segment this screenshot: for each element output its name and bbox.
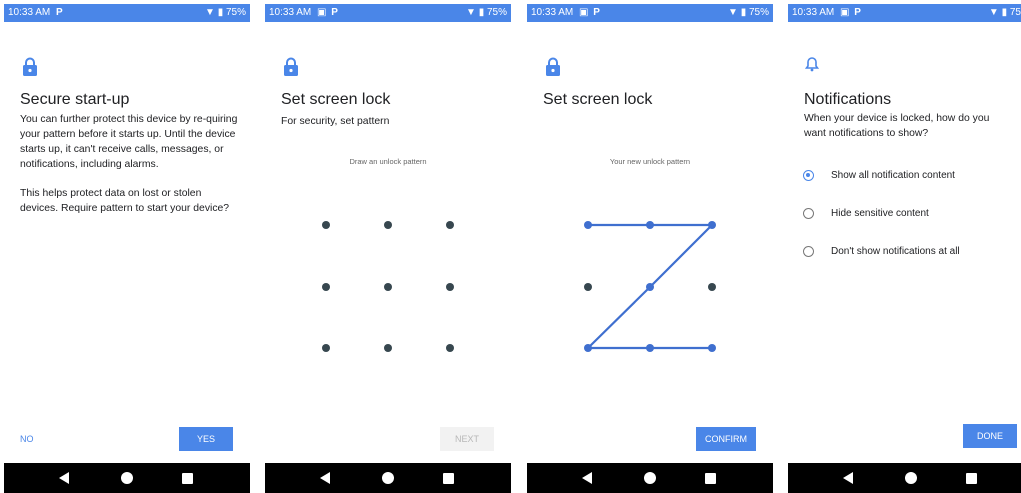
done-button[interactable]: DONE — [963, 424, 1017, 448]
option-label: Don't show notifications at all — [831, 245, 960, 257]
pattern-dot — [322, 221, 330, 229]
status-right: ▼ ▮ 75% — [466, 4, 507, 22]
battery-icon: ▮ — [1001, 7, 1008, 18]
description-paragraph: You can further protect this device by r… — [20, 114, 238, 170]
pattern-dot — [446, 221, 454, 229]
recents-icon[interactable] — [443, 473, 454, 484]
pattern-dot-active — [584, 344, 592, 352]
pattern-dot-active — [708, 221, 716, 229]
status-time: 10:33 AM — [8, 7, 51, 18]
lock-icon — [284, 57, 298, 76]
battery-icon: ▮ — [478, 7, 485, 18]
battery-level: 75% — [486, 7, 507, 18]
page-title: Notifications — [804, 91, 892, 108]
pattern-dot-active — [584, 221, 592, 229]
pattern-hint: Draw an unlock pattern — [349, 157, 427, 166]
radio-button[interactable] — [803, 207, 814, 219]
option-label: Show all notification content — [831, 169, 955, 181]
set-lock-confirm-screen: 10:33 AM ▣ P ▼ ▮ 75% Set screen lock You… — [527, 4, 773, 493]
pattern-dot — [322, 283, 330, 291]
status-bar: 10:33 AM ▣ P ▼ ▮ 75% — [265, 4, 511, 22]
option-hide-sensitive[interactable]: Hide sensitive content — [803, 204, 929, 222]
status-time: 10:33 AM — [531, 7, 574, 18]
pattern-dot — [584, 283, 592, 291]
back-icon[interactable] — [843, 472, 853, 484]
page-subtitle: For security, set pattern — [281, 116, 390, 127]
status-bar: 10:33 AM ▣ P ▼ ▮ 75% — [527, 4, 773, 22]
wifi-icon: ▼ — [205, 7, 215, 18]
pattern-dot — [322, 344, 330, 352]
status-right: ▼ ▮ 75% — [728, 4, 769, 22]
recents-icon[interactable] — [705, 473, 716, 484]
page-title: Set screen lock — [281, 91, 391, 108]
bell-icon — [805, 57, 819, 72]
status-right: ▼ ▮ 75% — [205, 4, 246, 22]
radio-button[interactable] — [803, 169, 814, 181]
nav-bar — [788, 463, 1021, 493]
wifi-icon: ▼ — [728, 7, 738, 18]
status-time: 10:33 AM — [269, 7, 312, 18]
wifi-icon: ▼ — [988, 7, 999, 18]
page-title: Set screen lock — [543, 91, 653, 108]
status-bar: 10:33 AM P ▼ ▮ 75% — [4, 4, 250, 22]
nav-bar — [265, 463, 511, 493]
radio-button[interactable] — [803, 245, 814, 257]
option-show-all[interactable]: Show all notification content — [803, 166, 955, 184]
pattern-dot-active — [646, 344, 654, 352]
status-notification-icons: P — [56, 7, 64, 18]
option-dont-show[interactable]: Don't show notifications at all — [803, 242, 960, 260]
pattern-grid[interactable] — [527, 194, 773, 374]
nav-bar — [527, 463, 773, 493]
status-time: 10:33 AM — [792, 7, 835, 18]
description-paragraph-2: This helps protect data on lost or stole… — [20, 188, 230, 214]
battery-icon: ▮ — [740, 7, 747, 18]
pattern-dot — [446, 283, 454, 291]
next-button[interactable]: NEXT — [440, 427, 494, 451]
recents-icon[interactable] — [966, 473, 977, 484]
battery-level: 75% — [748, 7, 769, 18]
status-right: ▼ ▮ 75 — [989, 4, 1021, 22]
pattern-grid[interactable] — [265, 194, 511, 374]
confirm-button[interactable]: CONFIRM — [696, 427, 756, 451]
lock-icon — [23, 57, 37, 76]
pattern-dot-active — [708, 344, 716, 352]
home-icon[interactable] — [644, 472, 656, 484]
notifications-screen: 10:33 AM ▣ P ▼ ▮ 75 Notifications When y… — [788, 4, 1021, 493]
status-notification-icons: ▣ P — [579, 7, 601, 18]
status-notification-icons: ▣ P — [840, 7, 862, 18]
battery-level: 75% — [225, 7, 246, 18]
pattern-hint: Your new unlock pattern — [609, 157, 691, 166]
battery-level: 75 — [1009, 7, 1021, 18]
status-notification-icons: ▣ P — [317, 7, 339, 18]
lock-icon — [546, 57, 560, 76]
pattern-dot — [384, 221, 392, 229]
status-bar: 10:33 AM ▣ P ▼ ▮ 75 — [788, 4, 1021, 22]
set-lock-draw-screen: 10:33 AM ▣ P ▼ ▮ 75% Set screen lock For… — [265, 4, 511, 493]
page-description: When your device is locked, how do you w… — [804, 113, 990, 139]
home-icon[interactable] — [121, 472, 133, 484]
option-label: Hide sensitive content — [831, 207, 929, 219]
pattern-dot — [708, 283, 716, 291]
pattern-dot-active — [646, 221, 654, 229]
recents-icon[interactable] — [182, 473, 193, 484]
yes-button[interactable]: YES — [179, 427, 233, 451]
back-icon[interactable] — [59, 472, 69, 484]
home-icon[interactable] — [382, 472, 394, 484]
nav-bar — [4, 463, 250, 493]
home-icon[interactable] — [905, 472, 917, 484]
back-icon[interactable] — [320, 472, 330, 484]
battery-icon: ▮ — [217, 7, 224, 18]
no-button[interactable]: NO — [20, 434, 34, 444]
back-icon[interactable] — [582, 472, 592, 484]
pattern-dot — [384, 344, 392, 352]
pattern-dot-active — [646, 283, 654, 291]
pattern-dot — [384, 283, 392, 291]
page-title: Secure start-up — [20, 91, 130, 108]
secure-startup-screen: 10:33 AM P ▼ ▮ 75% Secure start-up You c… — [4, 4, 250, 493]
wifi-icon: ▼ — [466, 7, 476, 18]
pattern-dot — [446, 344, 454, 352]
